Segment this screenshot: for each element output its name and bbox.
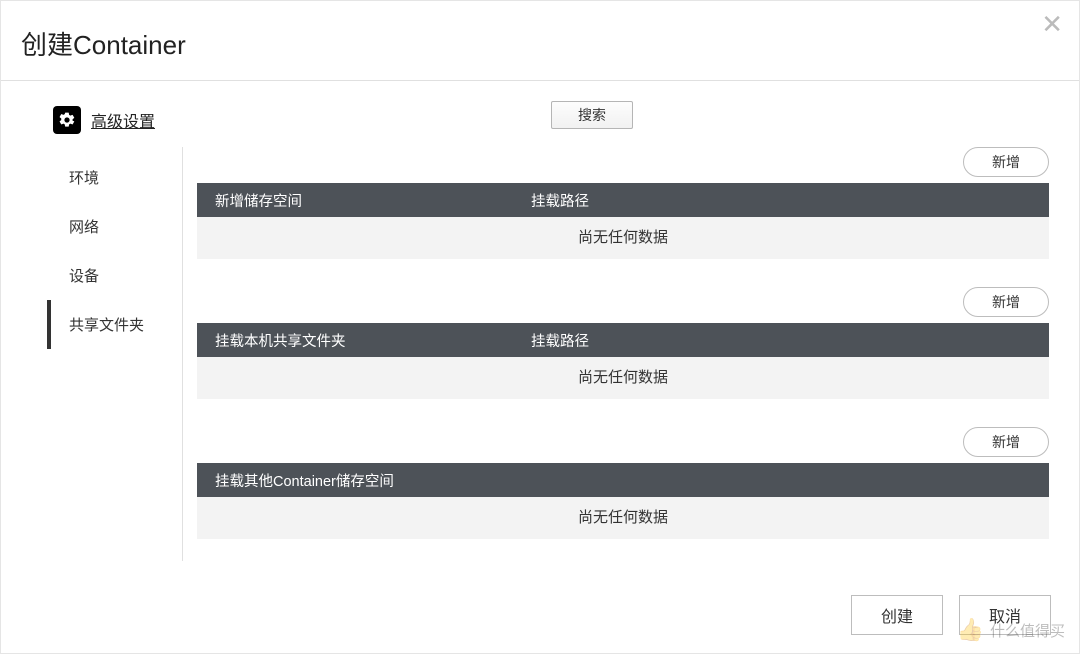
column-header: 新增储存空间 — [197, 190, 527, 211]
section-mount-other-container: 新增 挂载其他Container储存空间 尚无任何数据 — [197, 427, 1049, 539]
add-local-share-button[interactable]: 新增 — [963, 287, 1049, 317]
close-icon[interactable]: ✕ — [1041, 11, 1063, 37]
sidebar-item-network[interactable]: 网络 — [47, 202, 182, 251]
gear-icon — [53, 106, 81, 134]
dialog-footer: 创建 取消 — [851, 595, 1051, 635]
sidebar-item-device[interactable]: 设备 — [47, 251, 182, 300]
table-empty-text: 尚无任何数据 — [197, 357, 1049, 399]
create-container-dialog: 创建Container ✕ 高级设置 搜索 环境 网络 设备 共享文件夹 新增 … — [0, 0, 1080, 654]
dialog-title: 创建Container — [21, 25, 1059, 62]
table-header-local-share: 挂载本机共享文件夹 挂载路径 — [197, 323, 1049, 357]
table-empty-text: 尚无任何数据 — [197, 497, 1049, 539]
create-button[interactable]: 创建 — [851, 595, 943, 635]
main-panel: 新增 新增储存空间 挂载路径 尚无任何数据 新增 挂载本机共享文件夹 挂载路径 … — [183, 147, 1079, 561]
table-header-other-container: 挂载其他Container储存空间 — [197, 463, 1049, 497]
table-header-storage: 新增储存空间 挂载路径 — [197, 183, 1049, 217]
advanced-settings-link[interactable]: 高级设置 — [91, 108, 155, 132]
add-storage-button[interactable]: 新增 — [963, 147, 1049, 177]
dialog-header: 创建Container ✕ — [1, 1, 1079, 81]
section-mount-local-share: 新增 挂载本机共享文件夹 挂载路径 尚无任何数据 — [197, 287, 1049, 399]
table-empty-text: 尚无任何数据 — [197, 217, 1049, 259]
sidebar-item-environment[interactable]: 环境 — [47, 153, 182, 202]
column-header: 挂载路径 — [527, 190, 1049, 211]
search-button[interactable]: 搜索 — [551, 101, 633, 129]
sidebar: 环境 网络 设备 共享文件夹 — [47, 147, 183, 561]
column-header: 挂载其他Container储存空间 — [197, 470, 1049, 491]
dialog-body: 环境 网络 设备 共享文件夹 新增 新增储存空间 挂载路径 尚无任何数据 新增 — [1, 141, 1079, 561]
add-other-container-button[interactable]: 新增 — [963, 427, 1049, 457]
column-header: 挂载路径 — [527, 330, 1049, 351]
cancel-button[interactable]: 取消 — [959, 595, 1051, 635]
section-new-storage: 新增 新增储存空间 挂载路径 尚无任何数据 — [197, 147, 1049, 259]
advanced-settings-row: 高级设置 — [1, 81, 1079, 141]
sidebar-item-shared-folder[interactable]: 共享文件夹 — [47, 300, 182, 349]
column-header: 挂载本机共享文件夹 — [197, 330, 527, 351]
